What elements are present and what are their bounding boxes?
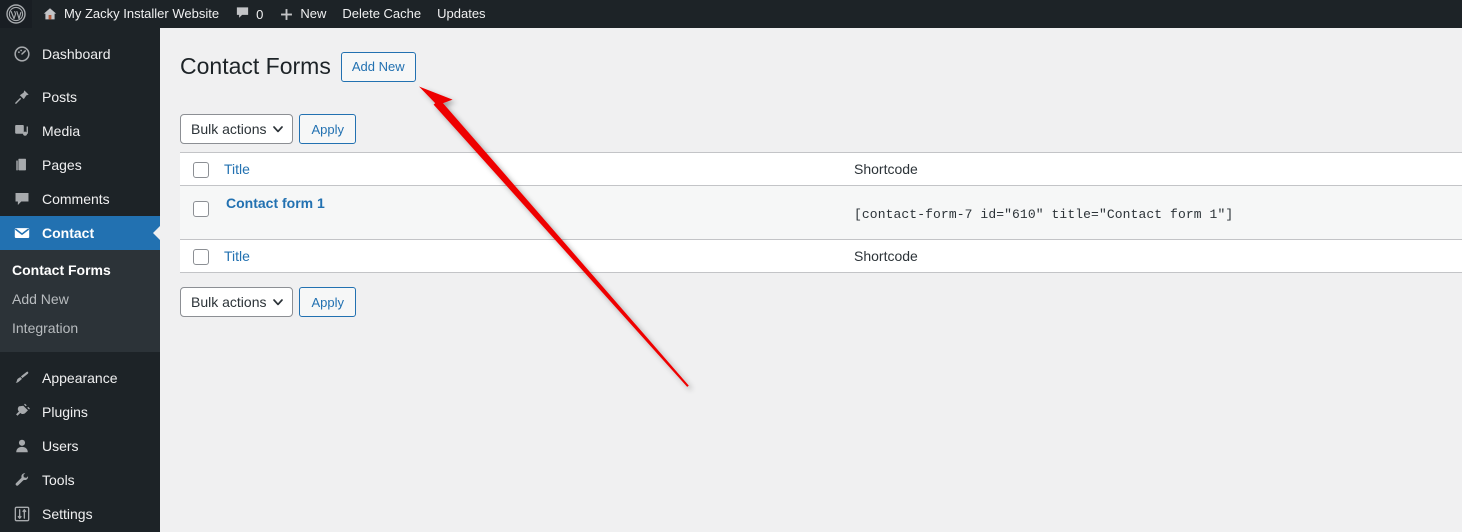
page-title: Contact Forms <box>180 53 331 80</box>
bulk-actions-select-bottom[interactable]: Bulk actions <box>180 287 294 317</box>
bulk-actions-label-top: Bulk actions <box>191 121 267 137</box>
wordpress-logo-icon[interactable] <box>0 0 32 28</box>
apply-button-top[interactable]: Apply <box>299 114 357 144</box>
shortcode-header-label: Shortcode <box>854 161 918 177</box>
pin-icon <box>12 87 32 107</box>
table-footer-row: Title Shortcode <box>180 239 1462 273</box>
main-content-area: Contact Forms Add New Bulk actions Apply <box>160 28 1462 532</box>
updates-label: Updates <box>437 6 486 21</box>
chevron-down-icon <box>272 296 284 308</box>
submenu-item-integration[interactable]: Integration <box>0 314 160 343</box>
sidebar-item-dashboard[interactable]: Dashboard <box>0 37 160 71</box>
media-icon <box>12 121 32 141</box>
sidebar-item-pages[interactable]: Pages <box>0 148 160 182</box>
tablenav-bottom: Bulk actions Apply <box>180 287 1462 317</box>
sidebar-label: Plugins <box>42 404 88 420</box>
sort-title-link-footer[interactable]: Title <box>224 248 250 264</box>
sidebar-item-users[interactable]: Users <box>0 429 160 463</box>
sidebar-label: Contact <box>42 225 95 241</box>
page-header: Contact Forms Add New <box>180 50 1462 84</box>
envelope-icon <box>12 223 32 243</box>
submenu-item-contact-forms[interactable]: Contact Forms <box>0 256 160 285</box>
sidebar-label: Comments <box>42 191 110 207</box>
admin-bar: My Zacky Installer Website 0 New Delete … <box>0 0 1462 28</box>
sidebar-item-tools[interactable]: Tools <box>0 463 160 497</box>
comment-bubble-icon <box>235 5 250 23</box>
sidebar-item-comments[interactable]: Comments <box>0 182 160 216</box>
sidebar-label: Pages <box>42 157 82 173</box>
shortcode-value[interactable]: [contact-form-7 id="610" title="Contact … <box>854 194 1462 222</box>
plus-icon <box>279 7 294 22</box>
paintbrush-icon <box>12 368 32 388</box>
submenu-item-add-new[interactable]: Add New <box>0 285 160 314</box>
dashboard-gauge-icon <box>12 44 32 64</box>
select-all-footer <box>180 239 224 273</box>
sliders-icon <box>12 504 32 524</box>
bulk-actions-label-bottom: Bulk actions <box>191 294 267 310</box>
column-header-shortcode: Shortcode <box>854 152 1462 186</box>
admin-sidebar-menu: Dashboard Posts Media Pages Comments Con… <box>0 28 160 532</box>
wrench-icon <box>12 470 32 490</box>
bulk-actions-select-top[interactable]: Bulk actions <box>180 114 294 144</box>
sidebar-label: Media <box>42 123 81 139</box>
sidebar-label: Posts <box>42 89 78 105</box>
delete-cache-label: Delete Cache <box>342 6 422 21</box>
sidebar-label: Settings <box>42 506 93 522</box>
sidebar-label: Users <box>42 438 79 454</box>
select-all-checkbox-footer[interactable] <box>193 248 209 265</box>
select-all-checkbox[interactable] <box>193 161 209 178</box>
new-label: New <box>300 6 327 21</box>
pages-icon <box>12 155 32 175</box>
contact-form-title-link[interactable]: Contact form 1 <box>224 195 325 211</box>
apply-button-bottom[interactable]: Apply <box>299 287 357 317</box>
sidebar-item-media[interactable]: Media <box>0 114 160 148</box>
menu-spacer <box>0 71 160 80</box>
sidebar-item-posts[interactable]: Posts <box>0 80 160 114</box>
add-new-button[interactable]: Add New <box>340 52 416 82</box>
sidebar-label: Dashboard <box>42 46 111 62</box>
table-foot: Title Shortcode <box>180 239 1462 273</box>
chevron-down-icon <box>272 123 284 135</box>
table-body: Contact form 1 [contact-form-7 id="610" … <box>180 185 1462 240</box>
column-header-title: Title <box>224 152 854 186</box>
comment-bubble-icon <box>12 189 32 209</box>
admin-bar-site-name[interactable]: My Zacky Installer Website <box>32 0 227 28</box>
comments-count: 0 <box>256 6 264 22</box>
sidebar-label: Tools <box>42 472 75 488</box>
row-select-cell <box>180 185 224 240</box>
admin-bar-comments[interactable]: 0 <box>227 0 271 28</box>
contact-submenu: Contact Forms Add New Integration <box>0 250 160 352</box>
sidebar-item-contact[interactable]: Contact <box>0 216 160 250</box>
menu-spacer <box>0 352 160 361</box>
row-checkbox[interactable] <box>193 201 209 218</box>
sidebar-item-appearance[interactable]: Appearance <box>0 361 160 395</box>
column-footer-shortcode: Shortcode <box>854 239 1462 273</box>
sidebar-item-plugins[interactable]: Plugins <box>0 395 160 429</box>
tablenav-top: Bulk actions Apply <box>180 114 1462 144</box>
table-header-row: Title Shortcode <box>180 152 1462 186</box>
user-icon <box>12 436 32 456</box>
column-footer-title: Title <box>224 239 854 273</box>
sidebar-item-settings[interactable]: Settings <box>0 497 160 531</box>
admin-bar-new-content[interactable]: New <box>271 0 334 28</box>
plug-icon <box>12 402 32 422</box>
contact-forms-table: Title Shortcode Contact form 1 [contact-… <box>180 152 1462 273</box>
content-wrap: Contact Forms Add New Bulk actions Apply <box>160 28 1462 317</box>
admin-bar-delete-cache[interactable]: Delete Cache <box>334 0 429 28</box>
row-shortcode-cell: [contact-form-7 id="610" title="Contact … <box>854 185 1462 240</box>
wordpress-admin-screen: My Zacky Installer Website 0 New Delete … <box>0 0 1462 532</box>
select-all-header <box>180 152 224 186</box>
shortcode-footer-label: Shortcode <box>854 248 918 264</box>
menu-spacer <box>0 28 160 37</box>
sidebar-label: Appearance <box>42 370 118 386</box>
admin-bar-updates[interactable]: Updates <box>429 0 493 28</box>
table-head: Title Shortcode <box>180 152 1462 186</box>
site-name-label: My Zacky Installer Website <box>64 6 220 21</box>
sort-title-link[interactable]: Title <box>224 161 250 177</box>
table-row: Contact form 1 [contact-form-7 id="610" … <box>180 185 1462 240</box>
home-icon <box>42 6 58 22</box>
row-title-cell: Contact form 1 <box>224 185 854 240</box>
